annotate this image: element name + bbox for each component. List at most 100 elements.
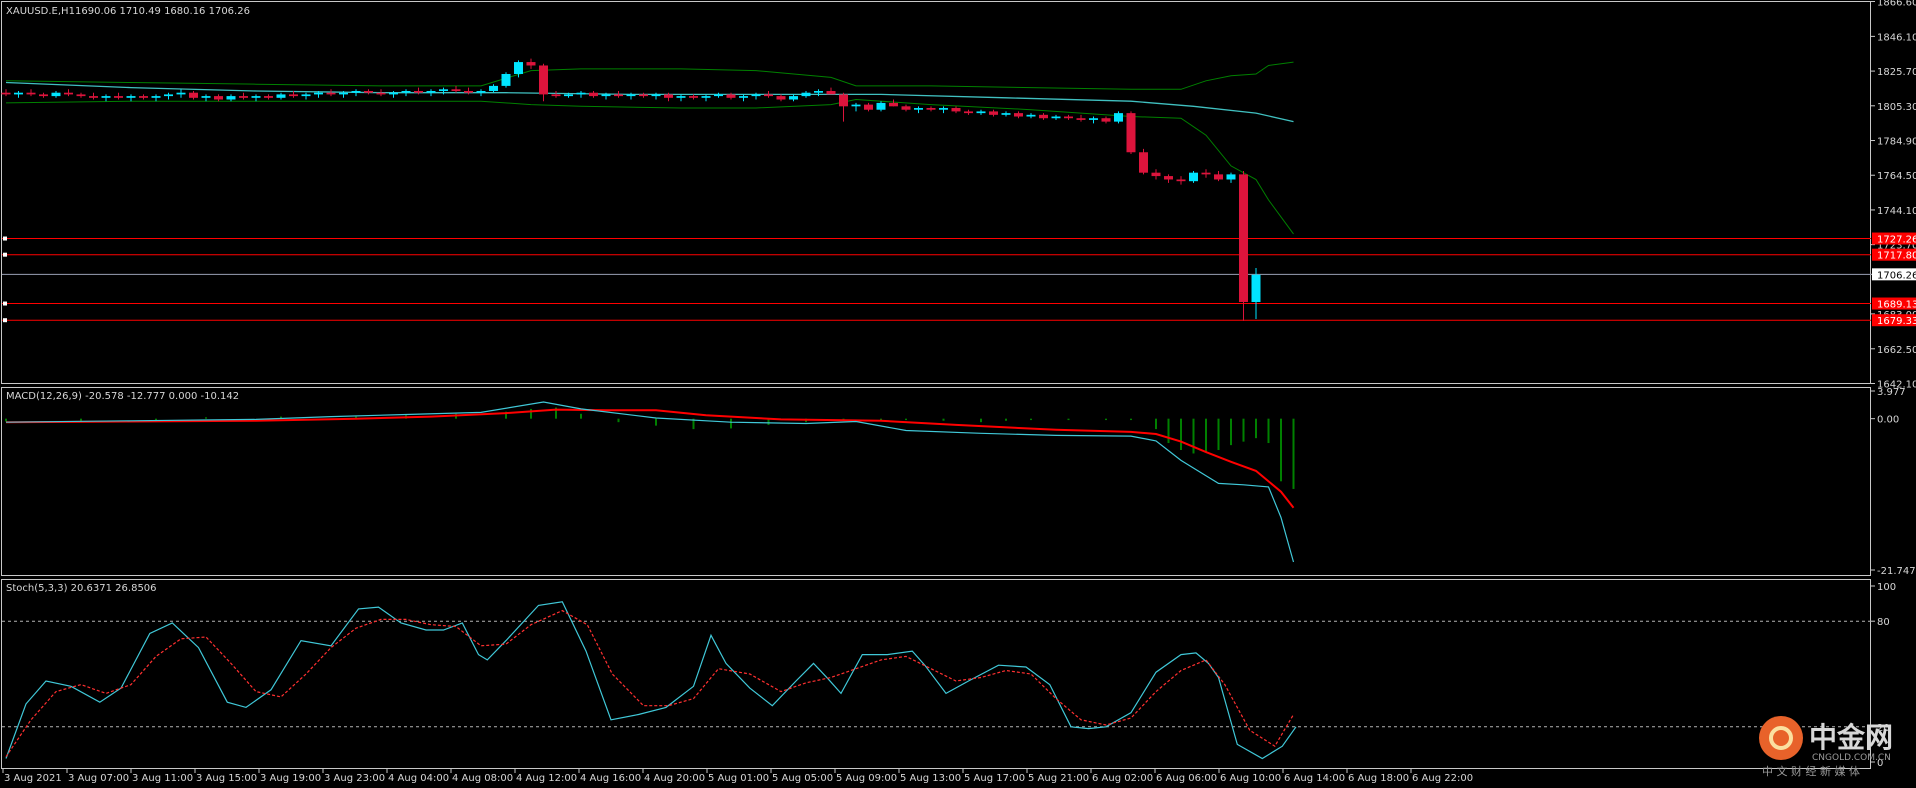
time-label: 6 Aug 14:00 xyxy=(1284,773,1345,784)
candle-body xyxy=(539,65,548,95)
time-label: 4 Aug 08:00 xyxy=(452,773,513,784)
candle-body xyxy=(1089,118,1098,120)
candle-body xyxy=(64,92,73,95)
candle-body xyxy=(401,91,411,93)
time-label: 6 Aug 18:00 xyxy=(1348,773,1409,784)
candle-body xyxy=(889,102,898,107)
candle-body xyxy=(1001,113,1011,115)
time-label: 4 Aug 20:00 xyxy=(644,773,705,784)
level-tag-label: 1727.26 xyxy=(1877,235,1916,246)
candle-body xyxy=(664,94,673,98)
stoch-label: 100 xyxy=(1877,582,1896,593)
time-label: 5 Aug 01:00 xyxy=(708,773,769,784)
stoch-main-line xyxy=(5,601,1297,760)
candle-body xyxy=(789,96,798,100)
candle-body xyxy=(426,91,436,93)
candle-body xyxy=(351,91,361,93)
time-label: 6 Aug 02:00 xyxy=(1092,773,1153,784)
price-label: 1825.70 xyxy=(1877,67,1916,78)
level-tag-label: 1679.33 xyxy=(1877,316,1916,327)
level-anchor xyxy=(3,252,7,257)
price-label: 1866.60 xyxy=(1877,0,1916,9)
candle-body xyxy=(814,91,823,93)
price-label: 1784.90 xyxy=(1877,137,1916,148)
stoch-signal-line xyxy=(5,609,1295,758)
horizontal-levels[interactable] xyxy=(2,236,1871,323)
candle-body xyxy=(901,106,911,110)
price-axis: 1866.60 1846.10 1825.70 1805.30 1784.90 1764.… xyxy=(1871,0,1916,391)
time-axis: 3 Aug 2021 3 Aug 07:00 3 Aug 11:00 3 Aug 15… xyxy=(2,769,1473,784)
bollinger-upper-line xyxy=(5,61,1294,90)
price-label: 1764.50 xyxy=(1877,171,1916,182)
candle-body xyxy=(1039,114,1048,119)
watermark-domain: CNGOLD.COM.CN xyxy=(1812,753,1891,763)
macd-panel-frame xyxy=(1,387,1871,576)
candle-body xyxy=(1239,174,1248,302)
candle-body xyxy=(126,96,136,98)
candle-body xyxy=(626,94,636,97)
candle-body xyxy=(1139,152,1148,173)
candle-body xyxy=(1226,174,1236,180)
candle-body xyxy=(314,92,323,95)
time-label: 5 Aug 17:00 xyxy=(964,773,1025,784)
candle-body xyxy=(189,92,198,98)
bollinger-lower-line xyxy=(5,98,1294,235)
candle-body xyxy=(114,96,123,98)
candle-body xyxy=(326,92,336,95)
macd-axis: 3.977 0.00 -21.747 xyxy=(1871,387,1916,577)
time-label: 5 Aug 21:00 xyxy=(1028,773,1089,784)
candle-body xyxy=(914,108,923,110)
time-label: 4 Aug 16:00 xyxy=(580,773,641,784)
level-anchor xyxy=(3,318,7,323)
candle-body xyxy=(676,96,686,98)
candle-body xyxy=(939,108,948,110)
candle-body xyxy=(714,94,723,97)
candle-body xyxy=(39,94,48,97)
candle-body xyxy=(589,92,598,97)
candle-body xyxy=(1014,113,1023,117)
candle-body xyxy=(1064,116,1073,119)
macd-label: 0.00 xyxy=(1877,415,1899,426)
level-tag-label: 1717.80 xyxy=(1877,251,1916,262)
candle-body xyxy=(376,92,386,95)
candle-body xyxy=(89,96,98,98)
candle-body xyxy=(564,94,573,97)
macd-signal-line xyxy=(5,408,1295,509)
candle-body xyxy=(1076,118,1086,120)
time-label: 6 Aug 10:00 xyxy=(1220,773,1281,784)
time-label: 5 Aug 09:00 xyxy=(836,773,897,784)
candle-body xyxy=(851,104,861,107)
time-label: 6 Aug 06:00 xyxy=(1156,773,1217,784)
candle-body xyxy=(1251,274,1261,302)
candle-body xyxy=(864,104,873,110)
candlestick-series xyxy=(1,58,1261,321)
candle-body xyxy=(51,92,61,97)
time-label: 5 Aug 05:00 xyxy=(772,773,833,784)
candle-body xyxy=(1051,116,1061,119)
candle-body xyxy=(651,94,661,97)
cngold-watermark: 中金网 CNGOLD.COM.CN 中 文 财 经 新 媒 体 xyxy=(1759,716,1893,778)
candle-body xyxy=(164,94,173,97)
candle-body xyxy=(776,96,786,100)
candle-body xyxy=(1114,113,1123,122)
candle-body xyxy=(14,92,23,95)
candle-body xyxy=(576,92,586,95)
time-label: 3 Aug 07:00 xyxy=(68,773,129,784)
candle-body xyxy=(976,111,986,114)
time-label: 4 Aug 12:00 xyxy=(516,773,577,784)
price-label: 1805.30 xyxy=(1877,102,1916,113)
candle-body xyxy=(639,94,648,97)
candle-body xyxy=(839,94,848,107)
candle-body xyxy=(614,94,623,97)
trading-chart[interactable]: 1866.60 1846.10 1825.70 1805.30 1784.90 1764.… xyxy=(0,0,1916,788)
candle-body xyxy=(1,92,11,95)
time-label: 3 Aug 15:00 xyxy=(196,773,257,784)
stoch-panel-frame xyxy=(1,579,1871,769)
candle-body xyxy=(26,92,36,95)
watermark-name: 中金网 xyxy=(1809,721,1893,754)
candle-body xyxy=(239,96,248,98)
candle-body xyxy=(339,92,348,95)
candle-body xyxy=(601,94,611,97)
candle-body xyxy=(1151,172,1161,177)
candle-body xyxy=(289,94,298,97)
